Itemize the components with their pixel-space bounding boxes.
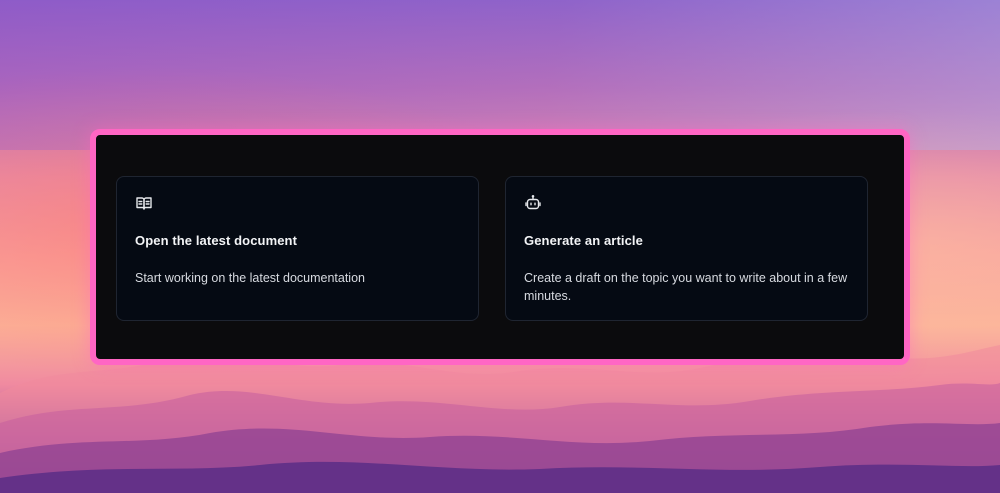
- card-description: Start working on the latest documentatio…: [135, 271, 365, 285]
- open-latest-document-card[interactable]: Open the latest document Start working o…: [116, 176, 479, 321]
- book-open-icon: [136, 197, 152, 210]
- background-sky: [0, 0, 1000, 150]
- quick-actions-panel: Open the latest document Start working o…: [90, 129, 910, 365]
- card-title: Generate an article: [524, 233, 643, 248]
- card-description: Create a draft on the topic you want to …: [524, 271, 848, 303]
- card-title: Open the latest document: [135, 233, 298, 248]
- generate-article-card[interactable]: Generate an article Create a draft on th…: [505, 176, 868, 321]
- robot-icon: [525, 194, 541, 210]
